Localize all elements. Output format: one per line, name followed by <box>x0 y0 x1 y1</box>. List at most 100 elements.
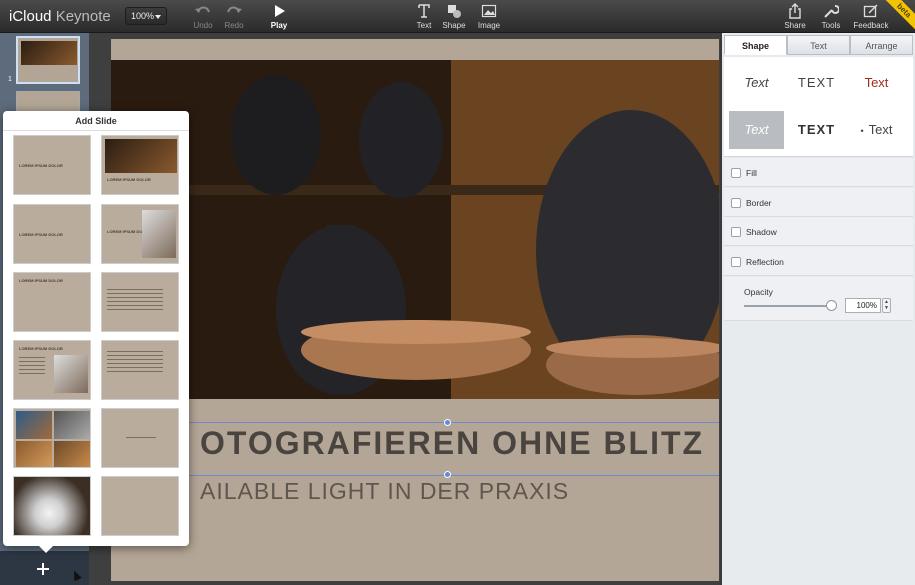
layout-photo <box>54 411 90 439</box>
share-icon <box>789 3 801 19</box>
fill-row[interactable]: Fill <box>724 158 913 187</box>
undo-button[interactable]: Undo <box>190 3 216 30</box>
border-checkbox[interactable] <box>731 198 741 208</box>
fill-label: Fill <box>746 168 757 178</box>
layout-label: LOREM IPSUM DOLOR <box>19 232 63 237</box>
shape-button[interactable]: Shape <box>440 3 468 30</box>
style-italic[interactable]: Text <box>729 75 784 90</box>
layout-photo <box>54 441 90 467</box>
layout-lines <box>126 437 156 441</box>
layout-photo <box>14 477 90 535</box>
layout-photo <box>142 210 176 258</box>
feedback-icon <box>863 4 878 18</box>
layout-photo-title[interactable]: LOREM IPSUM DOLOR <box>101 135 179 195</box>
shadow-row[interactable]: Shadow <box>724 217 913 246</box>
slide-thumbnail-1[interactable] <box>16 36 80 84</box>
style-bullet[interactable]: • Text <box>849 122 904 137</box>
image-button[interactable]: Image <box>474 3 504 30</box>
text-icon <box>418 4 430 18</box>
undo-icon <box>195 6 210 13</box>
shape-icon <box>448 5 461 18</box>
border-label: Border <box>746 198 772 208</box>
fill-checkbox[interactable] <box>731 168 741 178</box>
layout-photo <box>105 139 177 173</box>
layout-title-top[interactable]: LOREM IPSUM DOLOR <box>13 272 91 332</box>
layout-photo-grid[interactable] <box>13 408 91 468</box>
opacity-slider-knob[interactable] <box>826 300 837 311</box>
layout-bullets-only[interactable] <box>101 340 179 400</box>
layout-title-only[interactable]: LOREM IPSUM DOLOR <box>13 204 91 264</box>
opacity-slider-track[interactable] <box>744 305 830 307</box>
layout-blank[interactable] <box>101 476 179 536</box>
border-row[interactable]: Border <box>724 188 913 217</box>
thumbnail-photo <box>21 41 77 65</box>
image-icon <box>481 4 497 18</box>
style-red[interactable]: Text <box>849 75 904 90</box>
slide-title[interactable]: OTOGRAFIEREN OHNE BLITZ <box>200 425 704 462</box>
popover-divider <box>3 130 189 131</box>
add-slide-popover: Add Slide LOREM IPSUM DOLOR LOREM IPSUM … <box>3 111 189 546</box>
beta-ribbon: beta <box>883 0 915 32</box>
format-inspector: Shape Text Arrange Text TEXT Text Text T… <box>722 33 915 585</box>
reflection-label: Reflection <box>746 257 784 267</box>
layout-title-bullets-photo[interactable]: LOREM IPSUM DOLOR <box>13 340 91 400</box>
toolbar: iCloud Keynote 100% Undo Redo Play Text … <box>0 0 915 33</box>
popover-title: Add Slide <box>75 116 117 126</box>
zoom-value: 100% <box>131 11 155 21</box>
text-button[interactable]: Text <box>411 3 437 30</box>
layout-lines <box>19 357 45 377</box>
beta-label: beta <box>883 0 915 32</box>
add-slide-button[interactable] <box>35 561 51 580</box>
zoom-select[interactable]: 100% <box>125 7 167 25</box>
redo-button[interactable]: Redo <box>221 3 247 30</box>
app-title-light: Keynote <box>55 8 111 25</box>
share-button[interactable]: Share <box>781 3 809 30</box>
opacity-section: Opacity 100% ▲ ▼ <box>724 277 913 321</box>
play-button[interactable]: Play <box>266 3 292 30</box>
layout-title[interactable]: LOREM IPSUM DOLOR <box>13 135 91 195</box>
opacity-label: Opacity <box>744 287 773 297</box>
text-label: Text <box>416 21 432 30</box>
style-bullet-label: Text <box>868 122 893 137</box>
redo-icon <box>227 6 242 13</box>
play-label: Play <box>270 21 288 30</box>
slide-photo[interactable] <box>111 60 719 399</box>
pottery-image <box>111 60 719 399</box>
shadow-checkbox[interactable] <box>731 227 741 237</box>
reflection-checkbox[interactable] <box>731 257 741 267</box>
resize-handle-bottom[interactable] <box>444 471 451 478</box>
layout-title-photo-right[interactable]: LOREM IPSUM DOLOR <box>101 204 179 264</box>
tab-text[interactable]: Text <box>787 35 850 55</box>
layout-lines <box>107 351 163 375</box>
layout-label: LOREM IPSUM DOLOR <box>19 278 63 283</box>
bullet-icon: • <box>860 126 869 136</box>
slide-subtitle[interactable]: AILABLE LIGHT IN DER PRAXIS <box>200 478 569 505</box>
opacity-stepper[interactable]: ▲ ▼ <box>882 298 891 313</box>
plus-icon <box>37 563 49 575</box>
shadow-label: Shadow <box>746 227 777 237</box>
opacity-input[interactable]: 100% <box>845 298 881 313</box>
popover-arrow <box>38 545 54 553</box>
slide-number: 1 <box>8 76 12 83</box>
shape-label: Shape <box>442 21 466 30</box>
layout-label: LOREM IPSUM DOLOR <box>19 346 63 351</box>
layout-photo[interactable] <box>13 476 91 536</box>
layout-bullets[interactable] <box>101 272 179 332</box>
image-label: Image <box>477 21 501 30</box>
wrench-icon <box>824 5 839 18</box>
style-selected[interactable]: Text <box>729 111 784 149</box>
tab-shape[interactable]: Shape <box>724 35 787 55</box>
reflection-row[interactable]: Reflection <box>724 247 913 276</box>
tab-arrange[interactable]: Arrange <box>850 35 913 55</box>
style-caps[interactable]: TEXT <box>789 75 844 90</box>
tools-button[interactable]: Tools <box>817 3 845 30</box>
layout-quote[interactable] <box>101 408 179 468</box>
selection-bottom <box>111 475 719 476</box>
layout-photo <box>16 441 52 467</box>
inspector-tabs: Shape Text Arrange <box>724 35 913 55</box>
style-bold-caps[interactable]: TEXT <box>789 122 844 137</box>
selection-top <box>111 422 719 423</box>
layout-photo <box>54 355 88 393</box>
tools-label: Tools <box>821 21 841 30</box>
undo-label: Undo <box>193 21 213 30</box>
